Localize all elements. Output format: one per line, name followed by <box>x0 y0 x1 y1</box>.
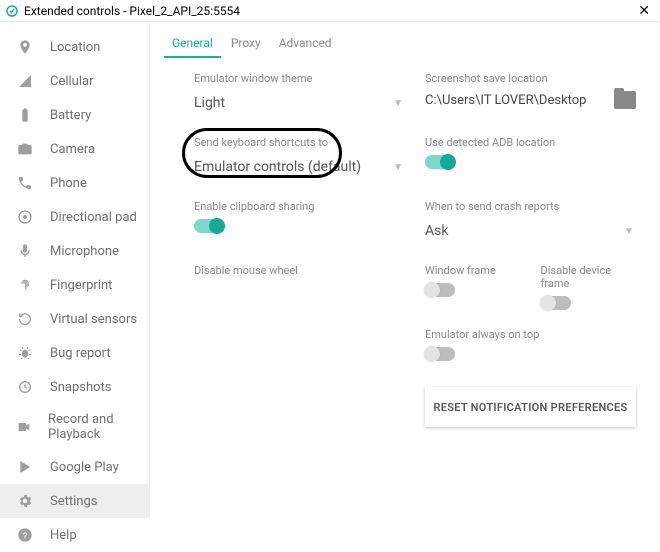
sidebar: Location Cellular Battery Camera Phone D… <box>0 22 150 519</box>
folder-icon[interactable] <box>614 91 636 109</box>
sidebar-item-battery[interactable]: Battery <box>0 98 149 132</box>
crash-select[interactable]: Ask ▼ <box>425 219 636 246</box>
help-icon: ? <box>16 526 34 544</box>
sidebar-item-label: Virtual sensors <box>50 312 137 327</box>
battery-icon <box>16 106 34 124</box>
frame-toggle[interactable] <box>425 283 455 297</box>
camera-icon <box>16 140 34 158</box>
sidebar-item-record[interactable]: Record and Playback <box>0 404 149 450</box>
sidebar-item-phone[interactable]: Phone <box>0 166 149 200</box>
clipboard-toggle[interactable] <box>194 219 224 233</box>
svg-text:?: ? <box>22 530 27 540</box>
sidebar-item-dpad[interactable]: Directional pad <box>0 200 149 234</box>
frame-label: Window frame <box>425 264 521 277</box>
theme-label: Emulator window theme <box>194 72 405 85</box>
sidebar-item-virtualsensors[interactable]: Virtual sensors <box>0 302 149 336</box>
always-top-label: Emulator always on top <box>425 328 636 341</box>
rotate-icon <box>16 310 34 328</box>
always-top-toggle[interactable] <box>425 347 455 361</box>
cellular-icon <box>16 72 34 90</box>
sidebar-item-googleplay[interactable]: Google Play <box>0 450 149 484</box>
sidebar-item-label: Directional pad <box>50 210 137 225</box>
tab-advanced[interactable]: Advanced <box>271 32 340 58</box>
sidebar-item-label: Snapshots <box>50 380 112 395</box>
theme-value: Light <box>194 95 225 111</box>
sidebar-item-label: Bug report <box>50 346 111 361</box>
window-title: Extended controls - Pixel_2_API_25:5554 <box>24 4 626 18</box>
mouse-label: Disable mouse wheel <box>194 264 405 277</box>
sidebar-item-location[interactable]: Location <box>0 30 149 64</box>
sidebar-item-help[interactable]: ? Help <box>0 518 149 552</box>
close-button[interactable]: ✕ <box>632 4 656 18</box>
chevron-down-icon: ▼ <box>624 226 634 237</box>
crash-label: When to send crash reports <box>425 200 636 213</box>
video-icon <box>16 418 32 436</box>
sidebar-item-label: Cellular <box>50 74 93 89</box>
disable-device-frame-label: Disable device frame <box>541 264 637 290</box>
sidebar-item-fingerprint[interactable]: Fingerprint <box>0 268 149 302</box>
sidebar-item-label: Phone <box>50 176 87 191</box>
sidebar-item-label: Record and Playback <box>48 412 139 442</box>
sidebar-item-settings[interactable]: Settings <box>0 484 149 518</box>
emulator-app-icon <box>6 5 18 17</box>
title-bar: Extended controls - Pixel_2_API_25:5554 … <box>0 0 660 22</box>
clipboard-label: Enable clipboard sharing <box>194 200 405 213</box>
shortcuts-select[interactable]: Emulator controls (default) ▼ <box>194 155 405 182</box>
microphone-icon <box>16 242 34 260</box>
gear-icon <box>16 492 34 510</box>
sidebar-item-label: Google Play <box>50 460 119 475</box>
shortcuts-value: Emulator controls (default) <box>194 159 361 175</box>
chevron-down-icon: ▼ <box>393 162 403 173</box>
content-panel: General Proxy Advanced Emulator window t… <box>150 22 660 519</box>
play-icon <box>16 458 34 476</box>
sidebar-item-bugreport[interactable]: Bug report <box>0 336 149 370</box>
tab-proxy[interactable]: Proxy <box>223 32 269 58</box>
sidebar-item-label: Camera <box>50 142 95 157</box>
bug-icon <box>16 344 34 362</box>
settings-area: Emulator window theme Light ▼ Screenshot… <box>164 58 642 427</box>
sidebar-item-label: Fingerprint <box>50 278 112 293</box>
sidebar-item-cellular[interactable]: Cellular <box>0 64 149 98</box>
crash-value: Ask <box>425 223 448 239</box>
sidebar-item-label: Battery <box>50 108 91 123</box>
sidebar-item-microphone[interactable]: Microphone <box>0 234 149 268</box>
sidebar-item-label: Settings <box>50 494 97 509</box>
sidebar-item-snapshots[interactable]: Snapshots <box>0 370 149 404</box>
adb-label: Use detected ADB location <box>425 136 636 149</box>
screenshot-label: Screenshot save location <box>425 72 636 85</box>
fingerprint-icon <box>16 276 34 294</box>
chevron-down-icon: ▼ <box>393 98 403 109</box>
screenshot-path: C:\Users\IT LOVER\Desktop <box>425 93 606 108</box>
dpad-icon <box>16 208 34 226</box>
sidebar-item-label: Microphone <box>50 244 119 259</box>
snapshot-icon <box>16 378 34 396</box>
reset-notification-button[interactable]: RESET NOTIFICATION PREFERENCES <box>425 387 636 427</box>
shortcuts-label: Send keyboard shortcuts to <box>194 136 405 149</box>
phone-icon <box>16 174 34 192</box>
sidebar-item-camera[interactable]: Camera <box>0 132 149 166</box>
settings-tabs: General Proxy Advanced <box>164 32 642 58</box>
location-icon <box>16 38 34 56</box>
adb-toggle[interactable] <box>425 155 455 169</box>
theme-select[interactable]: Light ▼ <box>194 91 405 118</box>
sidebar-item-label: Location <box>50 40 100 55</box>
sidebar-item-label: Help <box>50 528 77 543</box>
disable-device-frame-toggle[interactable] <box>541 296 571 310</box>
reset-button-label: RESET NOTIFICATION PREFERENCES <box>433 401 627 414</box>
tab-general[interactable]: General <box>164 32 221 58</box>
main-area: Location Cellular Battery Camera Phone D… <box>0 22 660 519</box>
